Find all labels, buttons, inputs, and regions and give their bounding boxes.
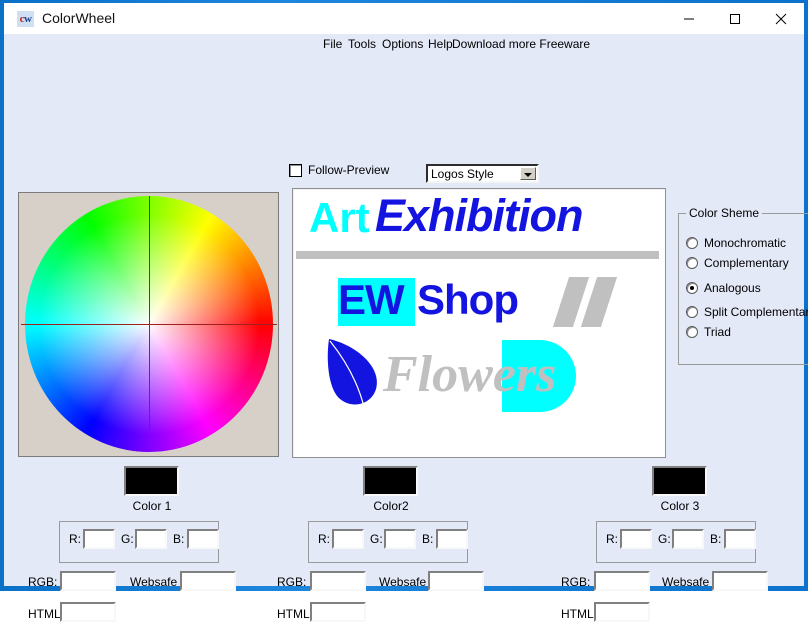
minimize-icon <box>684 18 694 19</box>
preview-divider-bar <box>296 251 659 259</box>
rgb-input-2[interactable] <box>310 571 366 591</box>
websafe-label-1: Websafe <box>130 575 178 589</box>
r-input-2[interactable] <box>332 529 364 549</box>
websafe-label-2: Websafe <box>379 575 427 589</box>
menu-item-download-more-freeware[interactable]: Download more Freeware <box>452 37 590 51</box>
color-swatch-label-3: Color 3 <box>660 499 700 513</box>
title-bar[interactable]: cw ColorWheel <box>4 3 804 34</box>
menu-item-help[interactable]: Help <box>428 37 453 51</box>
leaf-icon <box>327 339 377 408</box>
websafe-input-2[interactable] <box>428 571 484 591</box>
radio-label-triad: Triad <box>704 325 731 339</box>
colorwheel-app-icon: cw <box>17 11 34 27</box>
menu-bar: File Tools Options Help Download more Fr… <box>4 34 804 56</box>
color-swatch-2[interactable] <box>363 466 418 496</box>
radio-icon-analogous[interactable] <box>686 282 698 294</box>
rgb-label-3: RGB: <box>561 575 591 589</box>
menu-item-tools[interactable]: Tools <box>348 37 376 51</box>
b-input-3[interactable] <box>724 529 756 549</box>
g-label-1: G: <box>121 532 134 546</box>
preview-flowers-text: Flowers <box>383 346 557 403</box>
radio-icon-triad[interactable] <box>686 326 698 338</box>
g-input-3[interactable] <box>672 529 704 549</box>
b-input-1[interactable] <box>187 529 219 549</box>
g-input-1[interactable] <box>135 529 167 549</box>
color-swatch-label-2: Color2 <box>373 499 409 513</box>
follow-preview-checkbox[interactable] <box>289 164 302 177</box>
r-label-2: R: <box>318 532 330 546</box>
color-swatch-3[interactable] <box>652 466 707 496</box>
r-label-3: R: <box>606 532 618 546</box>
html-input-2[interactable] <box>310 602 366 622</box>
close-icon <box>775 13 787 24</box>
radio-label-monochromatic: Monochromatic <box>704 236 787 250</box>
b-label-3: B: <box>710 532 722 546</box>
logo-style-value: Logos Style <box>431 167 494 181</box>
maximize-icon <box>730 13 740 24</box>
b-label-2: B: <box>422 532 434 546</box>
chevron-down-icon[interactable] <box>520 167 536 180</box>
radio-label-analogous: Analogous <box>704 281 761 295</box>
preview-exhibition-text: Exhibition <box>375 190 583 241</box>
color-swatch-1[interactable] <box>124 466 179 496</box>
logo-preview-panel[interactable]: Art Exhibition EW Shop Flowers <box>292 188 666 458</box>
html-input-3[interactable] <box>594 602 650 622</box>
websafe-input-3[interactable] <box>712 571 768 591</box>
radio-icon-monochromatic[interactable] <box>686 237 698 249</box>
html-label-1: HTML <box>28 607 61 621</box>
html-label-3: HTML <box>561 607 594 621</box>
radio-label-split-complementary: Split Complementary <box>704 305 808 319</box>
window-inner: cw ColorWheel File Tools Options Help Do… <box>4 3 808 622</box>
maximize-button[interactable] <box>712 3 758 34</box>
g-input-2[interactable] <box>384 529 416 549</box>
r-label-1: R: <box>69 532 81 546</box>
minimize-button[interactable] <box>666 3 712 34</box>
html-label-2: HTML <box>277 607 310 621</box>
color-swatch-label-1: Color 1 <box>132 499 172 513</box>
color-wheel-panel[interactable] <box>18 192 279 457</box>
radio-label-complementary: Complementary <box>704 256 789 270</box>
crosshair-horizontal <box>21 324 277 325</box>
g-label-3: G: <box>658 532 671 546</box>
preview-art-text: Art <box>309 194 370 241</box>
g-label-2: G: <box>370 532 383 546</box>
app-window: cw ColorWheel File Tools Options Help Do… <box>0 0 808 622</box>
logo-style-dropdown[interactable]: Logos Style <box>426 164 539 183</box>
r-input-3[interactable] <box>620 529 652 549</box>
rgb-input-1[interactable] <box>60 571 116 591</box>
icon-letter-w: w <box>23 13 32 25</box>
preview-shop-text: Shop <box>417 276 519 323</box>
menu-item-file[interactable]: File <box>323 37 342 51</box>
b-input-2[interactable] <box>436 529 468 549</box>
r-input-1[interactable] <box>83 529 115 549</box>
radio-icon-complementary[interactable] <box>686 257 698 269</box>
preview-ew-text: EW <box>338 276 405 323</box>
websafe-input-1[interactable] <box>180 571 236 591</box>
color-scheme-title: Color Sheme <box>686 206 763 220</box>
html-input-1[interactable] <box>60 602 116 622</box>
menu-item-options[interactable]: Options <box>382 37 423 51</box>
follow-preview-label: Follow-Preview <box>308 163 390 177</box>
window-title: ColorWheel <box>42 10 116 26</box>
radio-icon-split-complementary[interactable] <box>686 306 698 318</box>
rgb-label-1: RGB: <box>28 575 58 589</box>
b-label-1: B: <box>173 532 185 546</box>
close-button[interactable] <box>758 3 804 34</box>
rgb-label-2: RGB: <box>277 575 307 589</box>
client-area: Follow-Preview Logos Style Art Exhibitio… <box>4 56 808 622</box>
websafe-label-3: Websafe <box>662 575 710 589</box>
rgb-input-3[interactable] <box>594 571 650 591</box>
